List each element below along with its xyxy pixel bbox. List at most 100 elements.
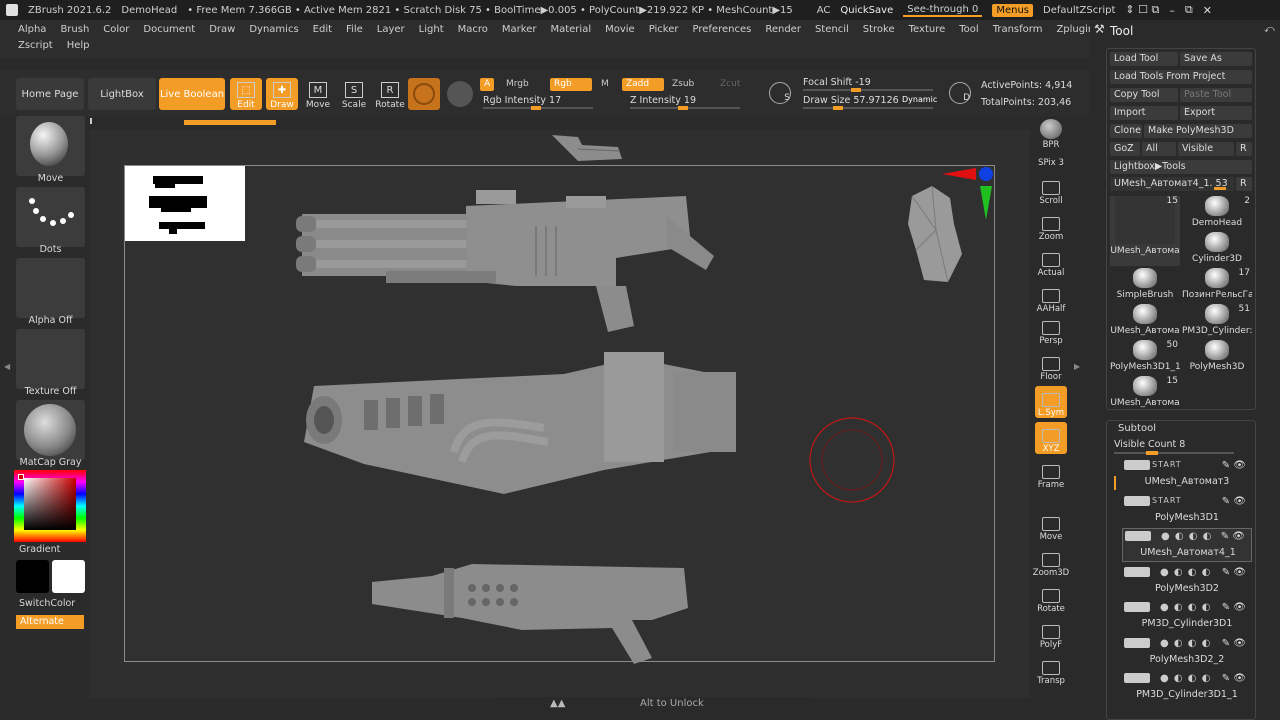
subtool-toggles-icon[interactable]: ● ◐ ◐ ◐ (1160, 673, 1211, 684)
subtool-toggles-icon[interactable]: ● ◐ ◐ ◐ (1160, 638, 1211, 649)
load-tool-button[interactable]: Load Tool (1110, 52, 1178, 66)
export-button[interactable]: Export (1180, 106, 1252, 120)
stroke-dots-slot[interactable] (16, 187, 85, 247)
tool-item[interactable]: PolyMesh3D (1182, 340, 1252, 376)
shelf-aahalf-button[interactable]: AAHalf (1035, 282, 1067, 314)
visibility-eye-icon[interactable]: ✎ 👁 (1222, 460, 1246, 471)
subtool-toggles-icon[interactable]: ● ◐ ◐ ◐ (1160, 567, 1211, 578)
menu-macro[interactable]: Macro (458, 24, 488, 35)
tool-item[interactable]: 17 ПозингРельсГа (1182, 268, 1252, 304)
rgb-toggle[interactable]: Rgb (550, 78, 592, 91)
left-collapse-icon[interactable]: ◀ (4, 362, 10, 374)
edit-button[interactable]: ⬚ Edit (230, 78, 262, 110)
minimize-icon[interactable]: – (1169, 4, 1175, 17)
subtool-row[interactable]: ● ◐ ◐ ◐ ✎ 👁 PolyMesh3D2_2 (1122, 636, 1252, 666)
visibility-eye-icon[interactable]: ✎ 👁 (1222, 602, 1246, 613)
copy-tool-button[interactable]: Copy Tool (1110, 88, 1178, 102)
color-picker[interactable] (14, 470, 86, 542)
menu-zplugin[interactable]: Zplugin (1056, 24, 1094, 35)
texture-slot[interactable] (16, 329, 85, 389)
zsub-toggle[interactable]: Zsub (668, 78, 698, 91)
main-color-swatch[interactable] (52, 560, 85, 593)
zadd-toggle[interactable]: Zadd (622, 78, 664, 91)
menu-alpha[interactable]: Alpha (18, 24, 46, 35)
shelf-bpr-button[interactable]: BPR (1035, 118, 1067, 150)
texture-swatch[interactable] (444, 78, 476, 110)
goz-button[interactable]: GoZ (1110, 142, 1140, 156)
shelf-polyf-button[interactable]: PolyF (1035, 618, 1067, 650)
mrgb-toggle[interactable]: Mrgb (502, 78, 533, 91)
menu-movie[interactable]: Movie (605, 24, 635, 35)
z-intensity-slider[interactable] (630, 106, 740, 110)
default-zscript-button[interactable]: DefaultZScript (1043, 5, 1115, 16)
switch-color-button[interactable]: SwitchColor (19, 598, 75, 609)
current-tool-slider[interactable]: UMesh_Автомат4_1. 53 (1110, 177, 1234, 191)
scale-button[interactable]: S Scale (338, 78, 370, 110)
a-toggle[interactable]: A (480, 78, 495, 91)
move-button[interactable]: M Move (302, 78, 334, 110)
shelf-zoom-button[interactable]: Zoom (1035, 210, 1067, 242)
menu-file[interactable]: File (346, 24, 363, 35)
menu-edit[interactable]: Edit (313, 24, 332, 35)
shelf-xyz-button[interactable]: XYZ (1035, 422, 1067, 454)
menu-layer[interactable]: Layer (377, 24, 405, 35)
menu-stroke[interactable]: Stroke (863, 24, 895, 35)
alpha-slot[interactable] (16, 258, 85, 318)
visibility-eye-icon[interactable]: ✎ 👁 (1222, 567, 1246, 578)
save-as-button[interactable]: Save As (1180, 52, 1252, 66)
goz-r-button[interactable]: R (1236, 142, 1252, 156)
palette-dock-icon[interactable]: ⤺ (1264, 24, 1275, 35)
menu-texture[interactable]: Texture (909, 24, 946, 35)
visibility-eye-icon[interactable]: ✎ 👁 (1222, 673, 1246, 684)
lightbox-tools-button[interactable]: Lightbox▶Tools (1110, 160, 1252, 174)
shelf-rotate-button[interactable]: Rotate (1035, 582, 1067, 614)
brush-move-slot[interactable] (16, 116, 85, 176)
lightbox-button[interactable]: LightBox (88, 78, 156, 110)
close-icon[interactable]: ✕ (1203, 4, 1212, 17)
draw-size-slider[interactable] (803, 106, 933, 110)
subtool-scroll-indicator[interactable] (1114, 476, 1116, 490)
subtool-toggles-icon[interactable]: ● ◐ ◐ ◐ (1161, 531, 1212, 542)
subtool-row[interactable]: START ✎ 👁 UMesh_Автомат3 (1122, 458, 1252, 488)
secondary-color-swatch[interactable] (16, 560, 49, 593)
load-tools-from-project-button[interactable]: Load Tools From Project (1110, 70, 1252, 84)
subtool-row[interactable]: START ✎ 👁 PolyMesh3D1 (1122, 494, 1252, 524)
tool-item[interactable]: 51 PM3D_Cylinder: (1182, 304, 1252, 340)
material-swatch[interactable] (408, 78, 440, 110)
tool-item[interactable]: 50 PolyMesh3D1_1 (1110, 340, 1180, 376)
gradient-label[interactable]: Gradient (19, 544, 60, 555)
material-slot[interactable] (16, 400, 85, 460)
menu-help[interactable]: Help (67, 40, 90, 51)
axis-gizmo[interactable] (940, 164, 996, 224)
tool-item[interactable]: 15 UMesh_Автома (1110, 376, 1180, 412)
tool-item[interactable]: UMesh_Автома (1110, 304, 1180, 340)
restore-icon[interactable]: ⧉ (1185, 3, 1193, 17)
tool-item[interactable]: 2 DemoHead (1182, 196, 1252, 232)
menu-picker[interactable]: Picker (649, 24, 679, 35)
m-toggle[interactable]: M (597, 78, 613, 91)
menus-button[interactable]: Menus (992, 3, 1033, 17)
visibility-eye-icon[interactable]: ✎ 👁 (1222, 496, 1246, 507)
shelf-scroll-button[interactable]: Scroll (1035, 174, 1067, 206)
shelf-zoom3d-button[interactable]: Zoom3D (1033, 546, 1069, 578)
shelf-transp-button[interactable]: Transp (1035, 654, 1067, 686)
paste-tool-button[interactable]: Paste Tool (1180, 88, 1252, 102)
subtool-toggles-icon[interactable]: ● ◐ ◐ ◐ (1160, 602, 1211, 613)
rotate-button[interactable]: R Rotate (374, 78, 406, 110)
menu-document[interactable]: Document (143, 24, 195, 35)
live-boolean-button[interactable]: Live Boolean (159, 78, 225, 110)
subtool-tag[interactable]: START (1152, 496, 1182, 505)
subtool-row[interactable]: ● ◐ ◐ ◐ ✎ 👁 PM3D_Cylinder3D1 (1122, 600, 1252, 630)
see-through-slider[interactable]: See-through 0 (903, 4, 983, 17)
shelf-actual-button[interactable]: Actual (1035, 246, 1067, 278)
menu-stencil[interactable]: Stencil (815, 24, 849, 35)
visibility-eye-icon[interactable]: ✎ 👁 (1222, 638, 1246, 649)
layout-arrows-icon[interactable]: ⇕ ☐ ⧉ (1125, 3, 1159, 17)
draw-button[interactable]: ✚ Draw (266, 78, 298, 110)
shelf-spix-3-button[interactable]: SPix 3 (1035, 154, 1067, 168)
menu-light[interactable]: Light (419, 24, 444, 35)
menu-color[interactable]: Color (103, 24, 129, 35)
shelf-frame-button[interactable]: Frame (1035, 458, 1067, 490)
visible-count-slider[interactable] (1114, 451, 1234, 455)
menu-marker[interactable]: Marker (502, 24, 537, 35)
